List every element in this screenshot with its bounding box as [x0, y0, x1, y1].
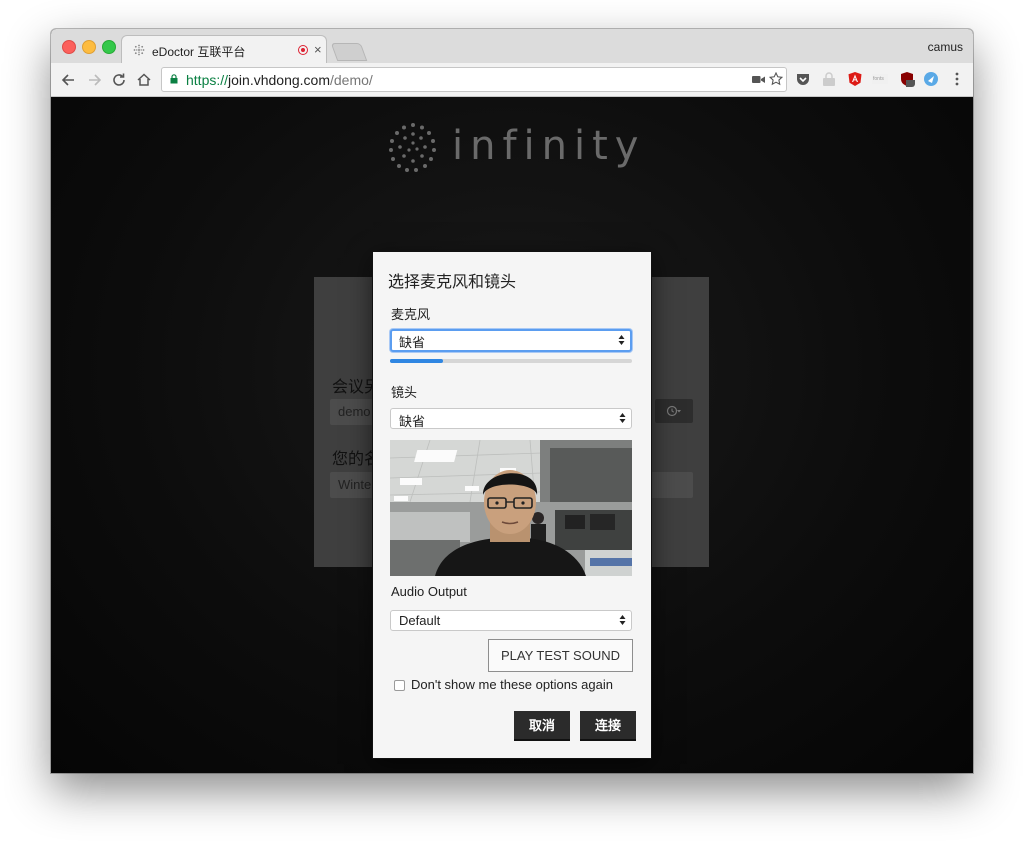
tab-title: eDoctor 互联平台 [152, 45, 246, 59]
tab-edoctor[interactable]: eDoctor 互联平台 × [121, 35, 327, 63]
dialog-title: 选择麦克风和镜头 [388, 274, 517, 291]
lastpass-icon[interactable] [821, 71, 837, 87]
svg-text:fonts: fonts [873, 76, 884, 82]
new-tab-button[interactable] [330, 43, 368, 61]
camera-access-icon[interactable] [752, 74, 765, 85]
audio-output-label: Audio Output [391, 584, 467, 599]
forward-arrow-icon[interactable] [84, 70, 104, 90]
select-arrows-icon [619, 615, 626, 625]
device-selection-dialog: 选择麦克风和镜头 麦克风 缺省 镜头 缺省 Audio Output Defau… [373, 252, 651, 758]
bookmark-star-icon[interactable] [769, 72, 783, 86]
camera-preview-image [390, 440, 632, 576]
pocket-icon[interactable] [795, 71, 811, 87]
dont-show-again-label[interactable]: Don't show me these options again [411, 677, 613, 692]
history-dropdown-button[interactable] [655, 399, 693, 423]
display-name-input-end [651, 472, 693, 498]
infinity-logo: infinity [386, 121, 640, 172]
display-name-input-value: Winte [338, 477, 372, 492]
audio-output-select[interactable]: Default [390, 610, 632, 631]
logo-wordmark: infinity [452, 123, 646, 169]
audio-output-select-value: Default [399, 613, 441, 628]
url-host: join.vhdong.com [228, 72, 330, 88]
extension-blue-icon[interactable] [923, 71, 939, 87]
camera-select[interactable]: 缺省 [390, 408, 632, 429]
select-arrows-icon [619, 413, 626, 423]
lock-icon [170, 74, 178, 84]
address-bar[interactable]: https://join.vhdong.com/demo/ [161, 67, 787, 92]
microphone-level-meter [390, 359, 632, 363]
close-window-button[interactable] [62, 40, 76, 54]
url-text: https://join.vhdong.com/demo/ [186, 72, 373, 88]
favicon-icon [133, 44, 145, 56]
browser-window: eDoctor 互联平台 × camus https://join.vhdong… [51, 29, 973, 773]
camera-label: 镜头 [391, 385, 418, 400]
infinity-logo-dots-icon [389, 123, 436, 172]
history-clock-icon [666, 405, 681, 417]
cancel-button[interactable]: 取消 [514, 711, 570, 741]
ublock-icon[interactable] [899, 71, 915, 87]
home-icon[interactable] [134, 70, 154, 90]
url-scheme: https:// [186, 72, 229, 88]
reload-icon[interactable] [109, 70, 129, 90]
angular-icon[interactable] [847, 71, 863, 87]
conference-input-value: demo [338, 404, 371, 419]
recording-indicator-icon [298, 45, 308, 55]
connect-button[interactable]: 连接 [580, 711, 636, 741]
browser-toolbar: https://join.vhdong.com/demo/ fonts [51, 63, 973, 97]
dont-show-again-checkbox[interactable] [394, 680, 405, 691]
url-path: /demo/ [329, 72, 373, 88]
microphone-level-fill [390, 359, 444, 363]
camera-select-value: 缺省 [399, 414, 426, 429]
page-content: infinity 会议另 demo 您的名 Winte 选择麦克风和镜头 麦克风 [51, 97, 973, 773]
minimize-window-button[interactable] [82, 40, 96, 54]
camera-preview [390, 440, 632, 576]
zoom-window-button[interactable] [102, 40, 116, 54]
play-test-sound-button[interactable]: PLAY TEST SOUND [488, 639, 633, 672]
tab-strip: eDoctor 互联平台 × camus [51, 29, 973, 63]
back-arrow-icon[interactable] [59, 70, 79, 90]
select-arrows-icon [618, 335, 625, 345]
tab-close-icon[interactable]: × [314, 42, 322, 57]
microphone-label: 麦克风 [391, 307, 431, 322]
menu-more-icon[interactable] [949, 71, 965, 87]
microphone-select-value: 缺省 [399, 335, 426, 350]
microphone-select[interactable]: 缺省 [390, 329, 632, 352]
fonts-icon[interactable]: fonts [872, 71, 888, 87]
profile-name[interactable]: camus [928, 40, 963, 54]
